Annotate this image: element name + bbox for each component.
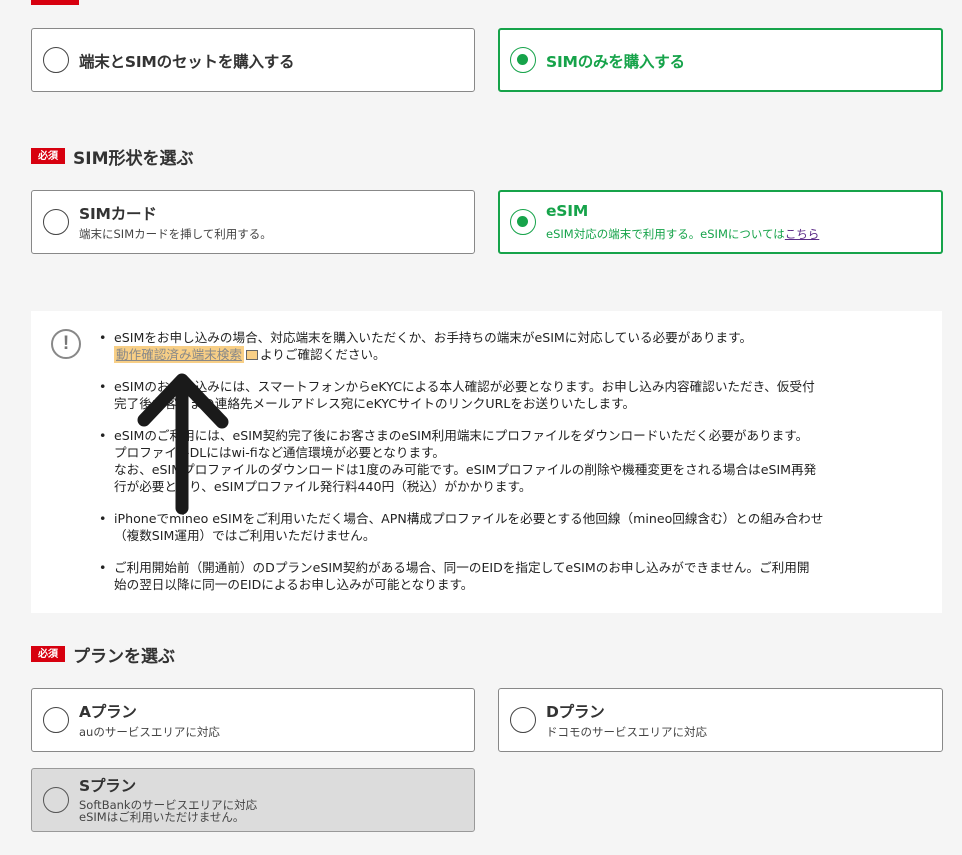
option-label: 端末とSIMのセットを購入する (79, 53, 295, 71)
notice-item: eSIMをお申し込みの場合、対応端末を購入いただくか、お手持ちの端末がeSIMに… (99, 329, 929, 363)
option-description: auのサービスエリアに対応 (79, 725, 220, 739)
option-description: 端末にSIMカードを挿して利用する。 (79, 227, 272, 241)
option-label: SIMのみを購入する (546, 53, 685, 71)
radio-button[interactable] (510, 707, 536, 733)
option-a-plan[interactable]: Aプラン auのサービスエリアに対応 (31, 688, 475, 752)
option-label: Sプラン (79, 777, 136, 795)
top-accent-bar (31, 0, 79, 5)
option-label: eSIM (546, 202, 589, 220)
radio-button[interactable] (43, 209, 69, 235)
option-sim-only[interactable]: SIMのみを購入する (498, 28, 943, 92)
device-search-link[interactable]: 動作確認済み端末検索 (114, 346, 244, 363)
required-badge: 必須 (31, 148, 65, 164)
exclamation-circle-icon: ! (51, 329, 81, 359)
radio-button[interactable] (43, 47, 69, 73)
option-description: ドコモのサービスエリアに対応 (546, 725, 707, 739)
option-s-plan: Sプラン SoftBankのサービスエリアに対応 eSIMはご利用いただけません… (31, 768, 475, 832)
section-title-plan: 必須 プランを選ぶ (31, 644, 175, 667)
radio-button-checked[interactable] (510, 209, 536, 235)
option-sim-card[interactable]: SIMカード 端末にSIMカードを挿して利用する。 (31, 190, 475, 254)
option-label: Aプラン (79, 703, 137, 721)
section-title-text: SIM形状を選ぶ (73, 148, 194, 169)
radio-button-checked[interactable] (510, 47, 536, 73)
notice-item: ご利用開始前（開通前）のDプランeSIM契約がある場合、同一のEIDを指定してe… (99, 559, 929, 593)
option-description-note: eSIMはご利用いただけません。 (79, 810, 245, 824)
up-arrow-annotation (137, 373, 229, 515)
esim-info-link[interactable]: こちら (785, 227, 820, 241)
required-badge: 必須 (31, 646, 65, 662)
option-d-plan[interactable]: Dプラン ドコモのサービスエリアに対応 (498, 688, 943, 752)
radio-button-disabled (43, 787, 69, 813)
option-esim[interactable]: eSIM eSIM対応の端末で利用する。eSIMについてはこちら (498, 190, 943, 254)
option-label: Dプラン (546, 703, 605, 721)
section-title-text: プランを選ぶ (73, 646, 175, 667)
option-label: SIMカード (79, 205, 157, 223)
external-window-icon (245, 350, 258, 360)
section-title-sim-shape: 必須 SIM形状を選ぶ (31, 146, 194, 169)
option-description: eSIM対応の端末で利用する。eSIMについてはこちら (546, 227, 820, 241)
option-device-sim-set[interactable]: 端末とSIMのセットを購入する (31, 28, 475, 92)
radio-button[interactable] (43, 707, 69, 733)
